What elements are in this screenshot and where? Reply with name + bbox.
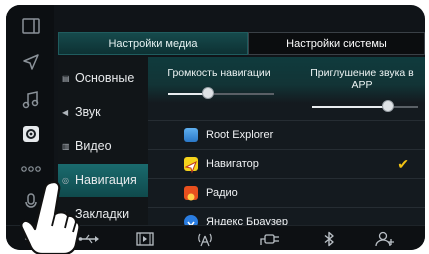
film-icon: ▥ [62, 142, 70, 151]
app-mute-knob[interactable] [382, 100, 394, 112]
tapping-hand-icon [20, 180, 80, 254]
app-mute-slider[interactable] [312, 106, 418, 108]
app-mute-label: Приглушение звука в APP [310, 67, 414, 91]
menu-item-label: Основные [75, 71, 135, 85]
tab-system-settings[interactable]: Настройки системы [248, 32, 425, 55]
app-label: Навигатор [206, 158, 259, 170]
menu-item-video[interactable]: ▥ Видео [58, 130, 148, 163]
settings-gear-icon[interactable] [20, 123, 42, 145]
app-label: Яндекс Браузер [206, 216, 289, 225]
app-row-yandex-browser[interactable]: Яндекс Браузер [148, 207, 425, 225]
menu-item-label: Навигация [75, 173, 137, 187]
menu-item-label: Звук [75, 105, 101, 119]
list-icon: ▤ [62, 74, 70, 83]
usb-icon[interactable] [78, 231, 100, 247]
nav-volume-label: Громкость навигации [167, 67, 271, 79]
root-explorer-icon [184, 128, 198, 142]
nav-volume-knob[interactable] [202, 87, 214, 99]
app-label: Root Explorer [206, 129, 274, 141]
music-icon[interactable] [20, 89, 42, 111]
speaker-icon: ◀ [62, 108, 69, 117]
yandex-browser-icon [184, 215, 198, 225]
menu-item-label: Видео [75, 139, 112, 153]
nav-volume-slider[interactable] [168, 93, 274, 95]
app-row-radio[interactable]: Радио [148, 178, 425, 207]
menu-item-general[interactable]: ▤ Основные [58, 62, 148, 95]
navigation-arrow-icon[interactable] [20, 51, 42, 73]
app-label: Радио [206, 187, 238, 199]
checkmark-icon: ✔ [397, 156, 409, 172]
user-settings-icon[interactable] [374, 231, 396, 247]
tab-media-settings[interactable]: Настройки медиа [58, 32, 248, 55]
app-row-navigator[interactable]: Навигатор ✔ [148, 149, 425, 178]
navigation-settings-panel: Громкость навигации Приглушение звука в … [148, 57, 425, 225]
radio-icon [184, 186, 198, 201]
more-apps-icon[interactable] [20, 158, 42, 180]
navigator-icon [184, 157, 198, 174]
car-plug-icon[interactable] [259, 231, 281, 247]
settings-tabs: Настройки медиа Настройки системы [58, 32, 425, 55]
radio-antenna-icon[interactable] [194, 231, 216, 247]
app-mute-fill [312, 106, 388, 108]
menu-item-sound[interactable]: ◀ Звук [58, 96, 148, 129]
split-screen-icon[interactable] [20, 15, 42, 37]
bluetooth-icon[interactable] [318, 231, 340, 247]
video-player-icon[interactable] [134, 231, 156, 247]
app-row-root-explorer[interactable]: Root Explorer [148, 120, 425, 149]
volume-panel: Громкость навигации Приглушение звука в … [148, 57, 425, 112]
